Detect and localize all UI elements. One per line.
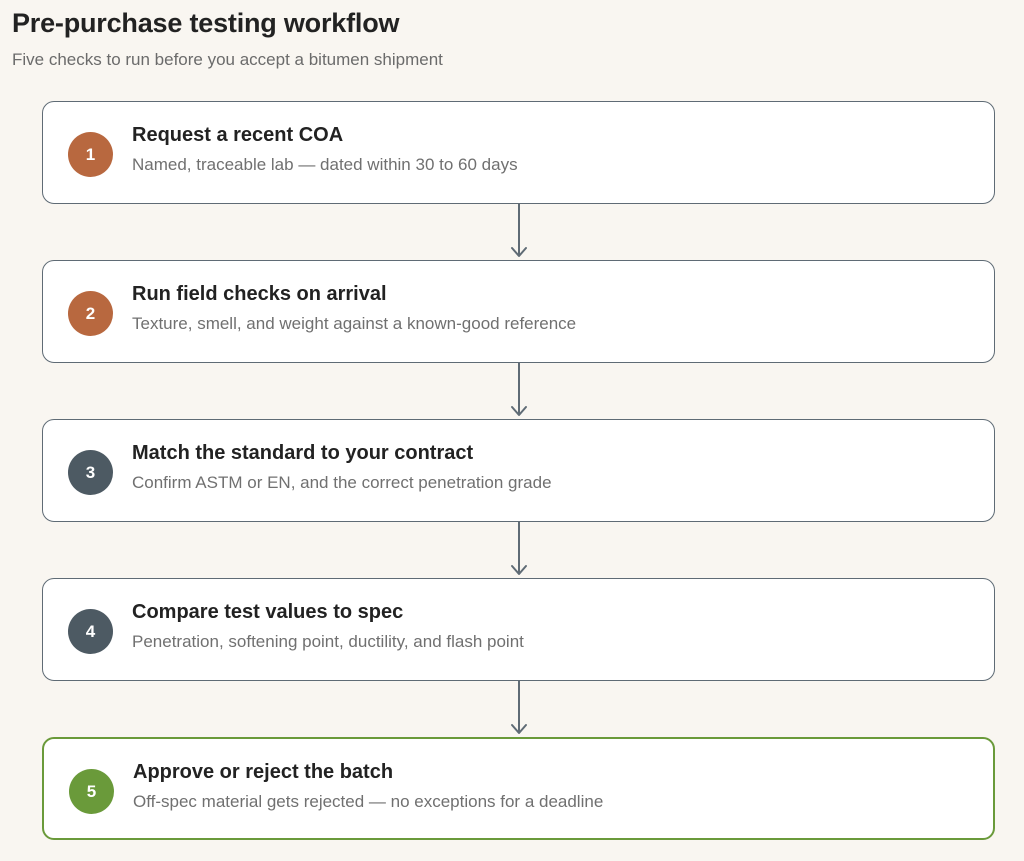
workflow: 1 Request a recent COA Named, traceable … <box>42 101 995 840</box>
step-1: 1 Request a recent COA Named, traceable … <box>42 101 995 204</box>
step-description: Confirm ASTM or EN, and the correct pene… <box>132 473 552 492</box>
step-number-badge: 1 <box>68 132 113 177</box>
step-3: 3 Match the standard to your contract Co… <box>42 419 995 522</box>
step-description: Named, traceable lab — dated within 30 t… <box>132 155 518 174</box>
step-title: Run field checks on arrival <box>132 283 387 305</box>
step-2: 2 Run field checks on arrival Texture, s… <box>42 260 995 363</box>
step-title: Match the standard to your contract <box>132 442 474 464</box>
step-4: 4 Compare test values to spec Penetratio… <box>42 578 995 681</box>
step-description: Penetration, softening point, ductility,… <box>132 632 524 651</box>
arrow-down-icon <box>511 681 527 734</box>
connector-arrow <box>42 204 995 260</box>
step-number-badge: 3 <box>68 450 113 495</box>
arrow-down-icon <box>511 363 527 416</box>
step-number-badge: 2 <box>68 291 113 336</box>
arrow-down-icon <box>511 522 527 575</box>
connector-arrow <box>42 363 995 419</box>
connector-arrow <box>42 522 995 578</box>
step-title: Request a recent COA <box>132 124 344 146</box>
step-number-badge: 5 <box>69 769 114 814</box>
step-5: 5 Approve or reject the batch Off-spec m… <box>42 737 995 840</box>
step-title: Compare test values to spec <box>132 601 404 623</box>
step-description: Texture, smell, and weight against a kno… <box>132 314 577 333</box>
step-number-badge: 4 <box>68 609 113 654</box>
diagram-title: Pre-purchase testing workflow <box>12 8 400 38</box>
connector-arrow <box>42 681 995 737</box>
diagram-subtitle: Five checks to run before you accept a b… <box>12 50 443 69</box>
step-description: Off-spec material gets rejected — no exc… <box>133 792 604 811</box>
arrow-down-icon <box>511 204 527 257</box>
step-title: Approve or reject the batch <box>133 761 394 783</box>
